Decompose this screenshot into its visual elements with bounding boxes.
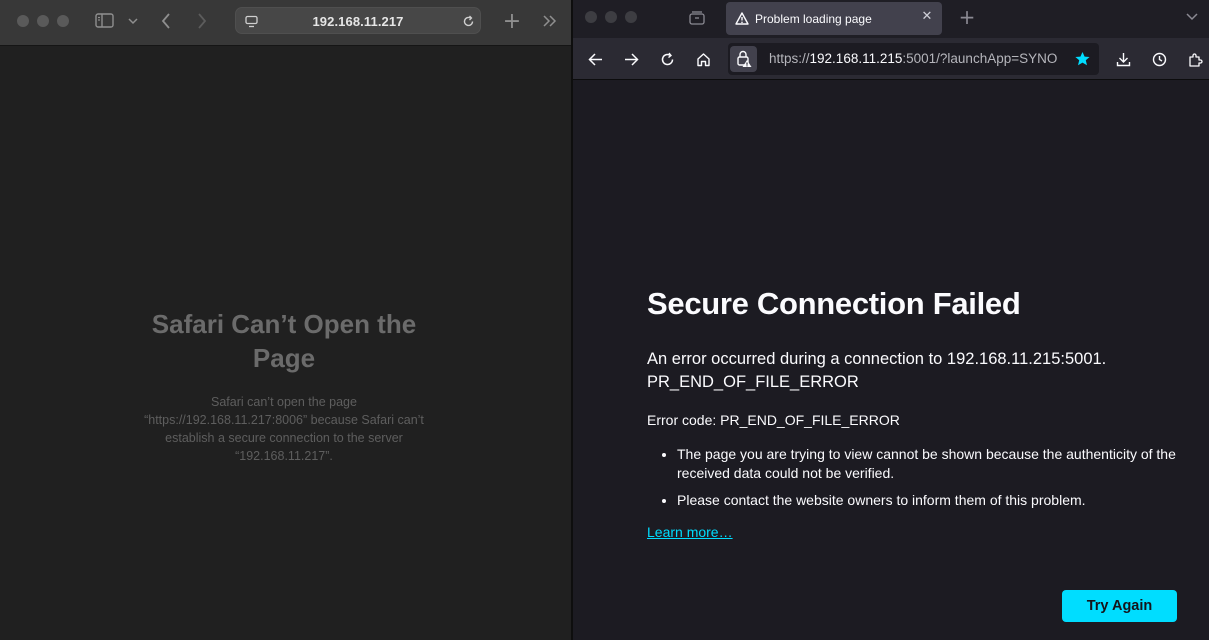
list-all-tabs-icon[interactable]	[1184, 9, 1200, 25]
warning-icon	[735, 12, 749, 25]
sidebar-toggle-icon[interactable]	[94, 12, 114, 29]
bookmark-star-icon[interactable]	[1073, 50, 1091, 68]
error-message-line2: PR_END_OF_FILE_ERROR	[647, 373, 859, 391]
new-tab-icon[interactable]: +	[958, 5, 976, 29]
error-code: Error code: PR_END_OF_FILE_ERROR	[647, 412, 900, 428]
error-message-line1: An error occurred during a connection to…	[647, 350, 1107, 368]
url-suffix: :5001/?launchApp=SYNO	[902, 51, 1058, 66]
back-icon[interactable]	[586, 50, 604, 68]
back-icon[interactable]	[158, 11, 174, 31]
reload-icon[interactable]	[658, 50, 676, 68]
new-tab-icon[interactable]: +	[503, 9, 521, 34]
zoom-window-button[interactable]	[625, 11, 637, 23]
error-message: An error occurred during a connection to…	[647, 348, 1187, 394]
downloads-icon[interactable]	[1114, 50, 1132, 68]
forward-icon[interactable]	[622, 50, 640, 68]
url-host: 192.168.11.215	[809, 51, 903, 66]
firefox-window: Problem loading page ✕ + https://192.168…	[573, 0, 1209, 640]
tab-overview-chevrons-icon[interactable]	[541, 12, 559, 30]
reload-icon[interactable]	[461, 14, 475, 28]
history-clock-icon[interactable]	[1150, 50, 1168, 68]
safari-error-panel: Safari Can’t Open the Page Safari can’t …	[130, 307, 438, 465]
error-details-list: The page you are trying to view cannot b…	[647, 445, 1187, 510]
firefox-error-title: Secure Connection Failed	[647, 286, 1021, 321]
list-item: The page you are trying to view cannot b…	[677, 445, 1187, 483]
safari-window: 192.168.11.217 + Safari Can’t Open the P…	[0, 0, 571, 640]
close-tab-icon[interactable]: ✕	[919, 9, 935, 25]
insecure-lock-icon[interactable]	[730, 46, 757, 72]
firefox-error-panel: Secure Connection Failed An error occurr…	[647, 284, 1187, 542]
safari-toolbar: 192.168.11.217 +	[0, 0, 571, 46]
close-window-button[interactable]	[17, 15, 29, 27]
safari-error-title: Safari Can’t Open the Page	[151, 309, 417, 373]
forward-icon[interactable]	[194, 11, 210, 31]
firefox-nav-bar: https://192.168.11.215:5001/?launchApp=S…	[573, 38, 1209, 80]
try-again-button[interactable]: Try Again	[1062, 590, 1177, 622]
minimize-window-button[interactable]	[605, 11, 617, 23]
firefox-tab-bar: Problem loading page ✕ +	[573, 0, 1209, 38]
firefox-url-bar[interactable]: https://192.168.11.215:5001/?launchApp=S…	[728, 43, 1099, 75]
tab-title: Problem loading page	[755, 12, 872, 26]
url-prefix: https://	[769, 51, 810, 66]
tab-problem-loading[interactable]: Problem loading page ✕	[726, 2, 942, 35]
list-item: Please contact the website owners to inf…	[677, 491, 1187, 510]
safari-address-bar[interactable]: 192.168.11.217	[235, 7, 481, 34]
safari-error-message: Safari can’t open the page “https://192.…	[144, 395, 424, 463]
extensions-puzzle-icon[interactable]	[1186, 50, 1204, 68]
learn-more-link[interactable]: Learn more…	[647, 524, 733, 540]
home-icon[interactable]	[694, 50, 712, 68]
zoom-window-button[interactable]	[57, 15, 69, 27]
minimize-window-button[interactable]	[37, 15, 49, 27]
close-window-button[interactable]	[585, 11, 597, 23]
tab-manager-icon[interactable]	[688, 9, 706, 27]
firefox-url-text: https://192.168.11.215:5001/?launchApp=S…	[769, 51, 1057, 66]
chevron-down-icon[interactable]	[126, 14, 140, 28]
safari-url-text: 192.168.11.217	[312, 14, 404, 29]
